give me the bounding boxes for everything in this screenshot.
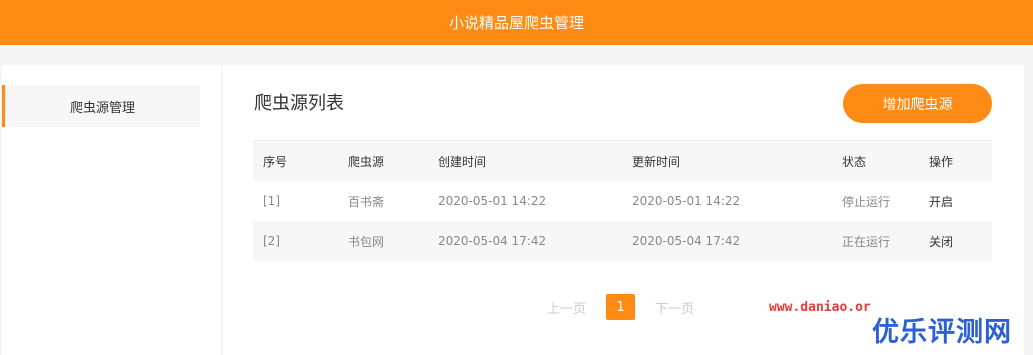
- column-header-status: 状态: [842, 154, 867, 169]
- watermark-url: www.daniao.or: [769, 300, 871, 315]
- row-status: 正在运行: [842, 234, 891, 249]
- table-row: [1] 百书斋 2020-05-01 14:22 2020-05-01 14:2…: [253, 181, 992, 221]
- top-header: 小说精品屋爬虫管理: [0, 0, 1033, 45]
- column-header-updated-time: 更新时间: [632, 154, 681, 169]
- watermark-logo: 优乐评测网: [872, 317, 1012, 348]
- row-index: [2]: [263, 234, 280, 248]
- column-header-created-time: 创建时间: [438, 154, 487, 169]
- row-updated-time: 2020-05-01 14:22: [632, 194, 741, 208]
- row-source-name: 书包网: [348, 234, 385, 249]
- table-header-row: 序号 爬虫源 创建时间 更新时间 状态 操作: [253, 141, 992, 181]
- column-header-source: 爬虫源: [348, 154, 385, 169]
- sidebar: 爬虫源管理: [2, 65, 221, 355]
- row-updated-time: 2020-05-04 17:42: [632, 234, 741, 248]
- table-row: [2] 书包网 2020-05-04 17:42 2020-05-04 17:4…: [253, 221, 992, 261]
- page-title: 爬虫源列表: [254, 93, 344, 114]
- sidebar-item-crawler-source-management[interactable]: 爬虫源管理: [2, 85, 200, 127]
- row-created-time: 2020-05-04 17:42: [438, 234, 547, 248]
- app-title: 小说精品屋爬虫管理: [448, 14, 584, 32]
- row-source-name: 百书斋: [348, 194, 385, 209]
- prev-page-link[interactable]: 上一页: [547, 298, 586, 317]
- column-header-index: 序号: [263, 154, 288, 169]
- row-index: [1]: [263, 194, 280, 208]
- stop-crawler-link[interactable]: 关闭: [919, 233, 992, 250]
- row-created-time: 2020-05-01 14:22: [438, 194, 547, 208]
- column-header-action: 操作: [929, 154, 954, 169]
- page-number-current[interactable]: 1: [606, 294, 636, 320]
- crawler-source-table: 序号 爬虫源 创建时间 更新时间 状态 操作 [1] 百书斋 2020-05-0…: [253, 140, 992, 261]
- pagination: 上一页 1 下一页: [547, 294, 694, 320]
- add-crawler-source-button[interactable]: 增加爬虫源: [843, 84, 992, 123]
- row-status: 停止运行: [842, 194, 891, 209]
- next-page-link[interactable]: 下一页: [655, 298, 694, 317]
- start-crawler-link[interactable]: 开启: [919, 193, 992, 210]
